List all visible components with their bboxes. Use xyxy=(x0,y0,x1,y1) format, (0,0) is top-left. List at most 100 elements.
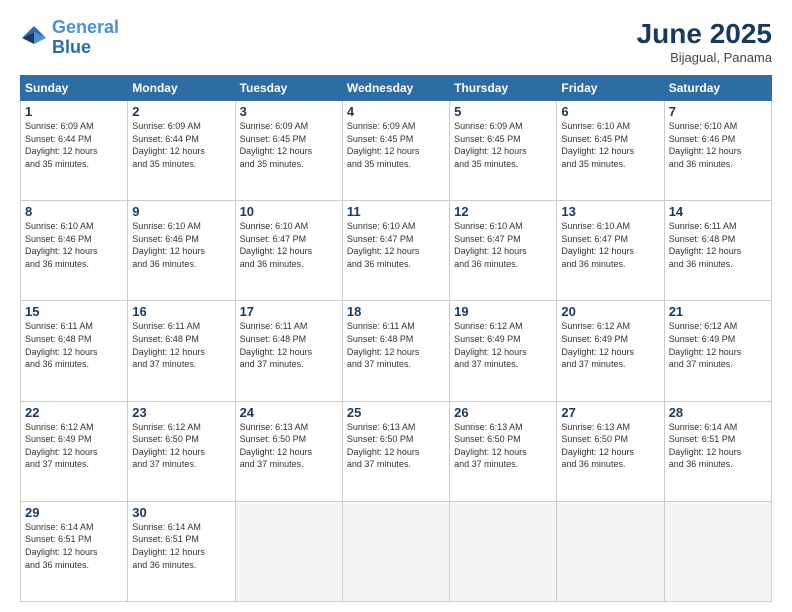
day-info: Sunrise: 6:11 AM Sunset: 6:48 PM Dayligh… xyxy=(347,320,445,370)
calendar-header-row: SundayMondayTuesdayWednesdayThursdayFrid… xyxy=(21,76,772,101)
day-info: Sunrise: 6:13 AM Sunset: 6:50 PM Dayligh… xyxy=(240,421,338,471)
day-info: Sunrise: 6:12 AM Sunset: 6:49 PM Dayligh… xyxy=(669,320,767,370)
calendar-cell: 29Sunrise: 6:14 AM Sunset: 6:51 PM Dayli… xyxy=(21,501,128,601)
calendar-cell: 17Sunrise: 6:11 AM Sunset: 6:48 PM Dayli… xyxy=(235,301,342,401)
day-number: 30 xyxy=(132,505,230,520)
weekday-header-monday: Monday xyxy=(128,76,235,101)
calendar-cell: 3Sunrise: 6:09 AM Sunset: 6:45 PM Daylig… xyxy=(235,101,342,201)
calendar-week-row: 8Sunrise: 6:10 AM Sunset: 6:46 PM Daylig… xyxy=(21,201,772,301)
day-info: Sunrise: 6:14 AM Sunset: 6:51 PM Dayligh… xyxy=(25,521,123,571)
calendar-cell: 16Sunrise: 6:11 AM Sunset: 6:48 PM Dayli… xyxy=(128,301,235,401)
day-info: Sunrise: 6:10 AM Sunset: 6:47 PM Dayligh… xyxy=(561,220,659,270)
day-info: Sunrise: 6:10 AM Sunset: 6:47 PM Dayligh… xyxy=(347,220,445,270)
calendar-week-row: 1Sunrise: 6:09 AM Sunset: 6:44 PM Daylig… xyxy=(21,101,772,201)
day-number: 28 xyxy=(669,405,767,420)
weekday-header-tuesday: Tuesday xyxy=(235,76,342,101)
day-info: Sunrise: 6:09 AM Sunset: 6:45 PM Dayligh… xyxy=(240,120,338,170)
day-number: 21 xyxy=(669,304,767,319)
calendar-cell xyxy=(450,501,557,601)
day-info: Sunrise: 6:12 AM Sunset: 6:49 PM Dayligh… xyxy=(561,320,659,370)
day-info: Sunrise: 6:10 AM Sunset: 6:45 PM Dayligh… xyxy=(561,120,659,170)
day-number: 26 xyxy=(454,405,552,420)
calendar-cell: 26Sunrise: 6:13 AM Sunset: 6:50 PM Dayli… xyxy=(450,401,557,501)
day-info: Sunrise: 6:09 AM Sunset: 6:45 PM Dayligh… xyxy=(347,120,445,170)
day-number: 22 xyxy=(25,405,123,420)
day-number: 24 xyxy=(240,405,338,420)
day-info: Sunrise: 6:12 AM Sunset: 6:50 PM Dayligh… xyxy=(132,421,230,471)
day-info: Sunrise: 6:12 AM Sunset: 6:49 PM Dayligh… xyxy=(25,421,123,471)
calendar-cell: 11Sunrise: 6:10 AM Sunset: 6:47 PM Dayli… xyxy=(342,201,449,301)
calendar-cell xyxy=(342,501,449,601)
day-info: Sunrise: 6:11 AM Sunset: 6:48 PM Dayligh… xyxy=(25,320,123,370)
calendar-cell: 28Sunrise: 6:14 AM Sunset: 6:51 PM Dayli… xyxy=(664,401,771,501)
day-info: Sunrise: 6:13 AM Sunset: 6:50 PM Dayligh… xyxy=(561,421,659,471)
calendar-cell: 13Sunrise: 6:10 AM Sunset: 6:47 PM Dayli… xyxy=(557,201,664,301)
day-info: Sunrise: 6:10 AM Sunset: 6:47 PM Dayligh… xyxy=(240,220,338,270)
day-info: Sunrise: 6:10 AM Sunset: 6:46 PM Dayligh… xyxy=(25,220,123,270)
logo-icon xyxy=(20,24,48,52)
day-info: Sunrise: 6:14 AM Sunset: 6:51 PM Dayligh… xyxy=(132,521,230,571)
day-info: Sunrise: 6:11 AM Sunset: 6:48 PM Dayligh… xyxy=(240,320,338,370)
calendar-cell xyxy=(235,501,342,601)
day-number: 20 xyxy=(561,304,659,319)
day-number: 10 xyxy=(240,204,338,219)
title-area: June 2025 Bijagual, Panama xyxy=(637,18,772,65)
day-info: Sunrise: 6:13 AM Sunset: 6:50 PM Dayligh… xyxy=(347,421,445,471)
calendar-cell: 30Sunrise: 6:14 AM Sunset: 6:51 PM Dayli… xyxy=(128,501,235,601)
day-number: 17 xyxy=(240,304,338,319)
month-title: June 2025 xyxy=(637,18,772,50)
day-info: Sunrise: 6:11 AM Sunset: 6:48 PM Dayligh… xyxy=(669,220,767,270)
day-number: 11 xyxy=(347,204,445,219)
day-info: Sunrise: 6:14 AM Sunset: 6:51 PM Dayligh… xyxy=(669,421,767,471)
day-number: 13 xyxy=(561,204,659,219)
calendar-cell: 23Sunrise: 6:12 AM Sunset: 6:50 PM Dayli… xyxy=(128,401,235,501)
day-info: Sunrise: 6:12 AM Sunset: 6:49 PM Dayligh… xyxy=(454,320,552,370)
calendar-cell: 12Sunrise: 6:10 AM Sunset: 6:47 PM Dayli… xyxy=(450,201,557,301)
location: Bijagual, Panama xyxy=(637,50,772,65)
weekday-header-wednesday: Wednesday xyxy=(342,76,449,101)
day-number: 16 xyxy=(132,304,230,319)
logo: GeneralBlue xyxy=(20,18,119,58)
day-number: 19 xyxy=(454,304,552,319)
calendar-week-row: 15Sunrise: 6:11 AM Sunset: 6:48 PM Dayli… xyxy=(21,301,772,401)
day-number: 1 xyxy=(25,104,123,119)
day-number: 2 xyxy=(132,104,230,119)
calendar-cell: 20Sunrise: 6:12 AM Sunset: 6:49 PM Dayli… xyxy=(557,301,664,401)
day-number: 3 xyxy=(240,104,338,119)
day-number: 25 xyxy=(347,405,445,420)
header: GeneralBlue June 2025 Bijagual, Panama xyxy=(20,18,772,65)
logo-text: GeneralBlue xyxy=(52,18,119,58)
calendar-cell: 5Sunrise: 6:09 AM Sunset: 6:45 PM Daylig… xyxy=(450,101,557,201)
calendar-cell xyxy=(557,501,664,601)
day-number: 27 xyxy=(561,405,659,420)
calendar-cell: 9Sunrise: 6:10 AM Sunset: 6:46 PM Daylig… xyxy=(128,201,235,301)
calendar-cell: 7Sunrise: 6:10 AM Sunset: 6:46 PM Daylig… xyxy=(664,101,771,201)
day-number: 15 xyxy=(25,304,123,319)
weekday-header-thursday: Thursday xyxy=(450,76,557,101)
calendar-cell: 19Sunrise: 6:12 AM Sunset: 6:49 PM Dayli… xyxy=(450,301,557,401)
weekday-header-sunday: Sunday xyxy=(21,76,128,101)
day-info: Sunrise: 6:09 AM Sunset: 6:45 PM Dayligh… xyxy=(454,120,552,170)
calendar-cell: 21Sunrise: 6:12 AM Sunset: 6:49 PM Dayli… xyxy=(664,301,771,401)
day-number: 7 xyxy=(669,104,767,119)
calendar-cell: 24Sunrise: 6:13 AM Sunset: 6:50 PM Dayli… xyxy=(235,401,342,501)
calendar-cell: 1Sunrise: 6:09 AM Sunset: 6:44 PM Daylig… xyxy=(21,101,128,201)
day-info: Sunrise: 6:13 AM Sunset: 6:50 PM Dayligh… xyxy=(454,421,552,471)
calendar-cell: 14Sunrise: 6:11 AM Sunset: 6:48 PM Dayli… xyxy=(664,201,771,301)
calendar-cell: 4Sunrise: 6:09 AM Sunset: 6:45 PM Daylig… xyxy=(342,101,449,201)
calendar-table: SundayMondayTuesdayWednesdayThursdayFrid… xyxy=(20,75,772,602)
calendar-cell: 18Sunrise: 6:11 AM Sunset: 6:48 PM Dayli… xyxy=(342,301,449,401)
day-number: 14 xyxy=(669,204,767,219)
calendar-cell: 10Sunrise: 6:10 AM Sunset: 6:47 PM Dayli… xyxy=(235,201,342,301)
calendar-week-row: 22Sunrise: 6:12 AM Sunset: 6:49 PM Dayli… xyxy=(21,401,772,501)
day-info: Sunrise: 6:09 AM Sunset: 6:44 PM Dayligh… xyxy=(25,120,123,170)
day-number: 12 xyxy=(454,204,552,219)
day-info: Sunrise: 6:09 AM Sunset: 6:44 PM Dayligh… xyxy=(132,120,230,170)
day-number: 4 xyxy=(347,104,445,119)
day-number: 5 xyxy=(454,104,552,119)
calendar-cell: 25Sunrise: 6:13 AM Sunset: 6:50 PM Dayli… xyxy=(342,401,449,501)
day-info: Sunrise: 6:10 AM Sunset: 6:47 PM Dayligh… xyxy=(454,220,552,270)
calendar-cell: 2Sunrise: 6:09 AM Sunset: 6:44 PM Daylig… xyxy=(128,101,235,201)
day-number: 9 xyxy=(132,204,230,219)
day-number: 18 xyxy=(347,304,445,319)
